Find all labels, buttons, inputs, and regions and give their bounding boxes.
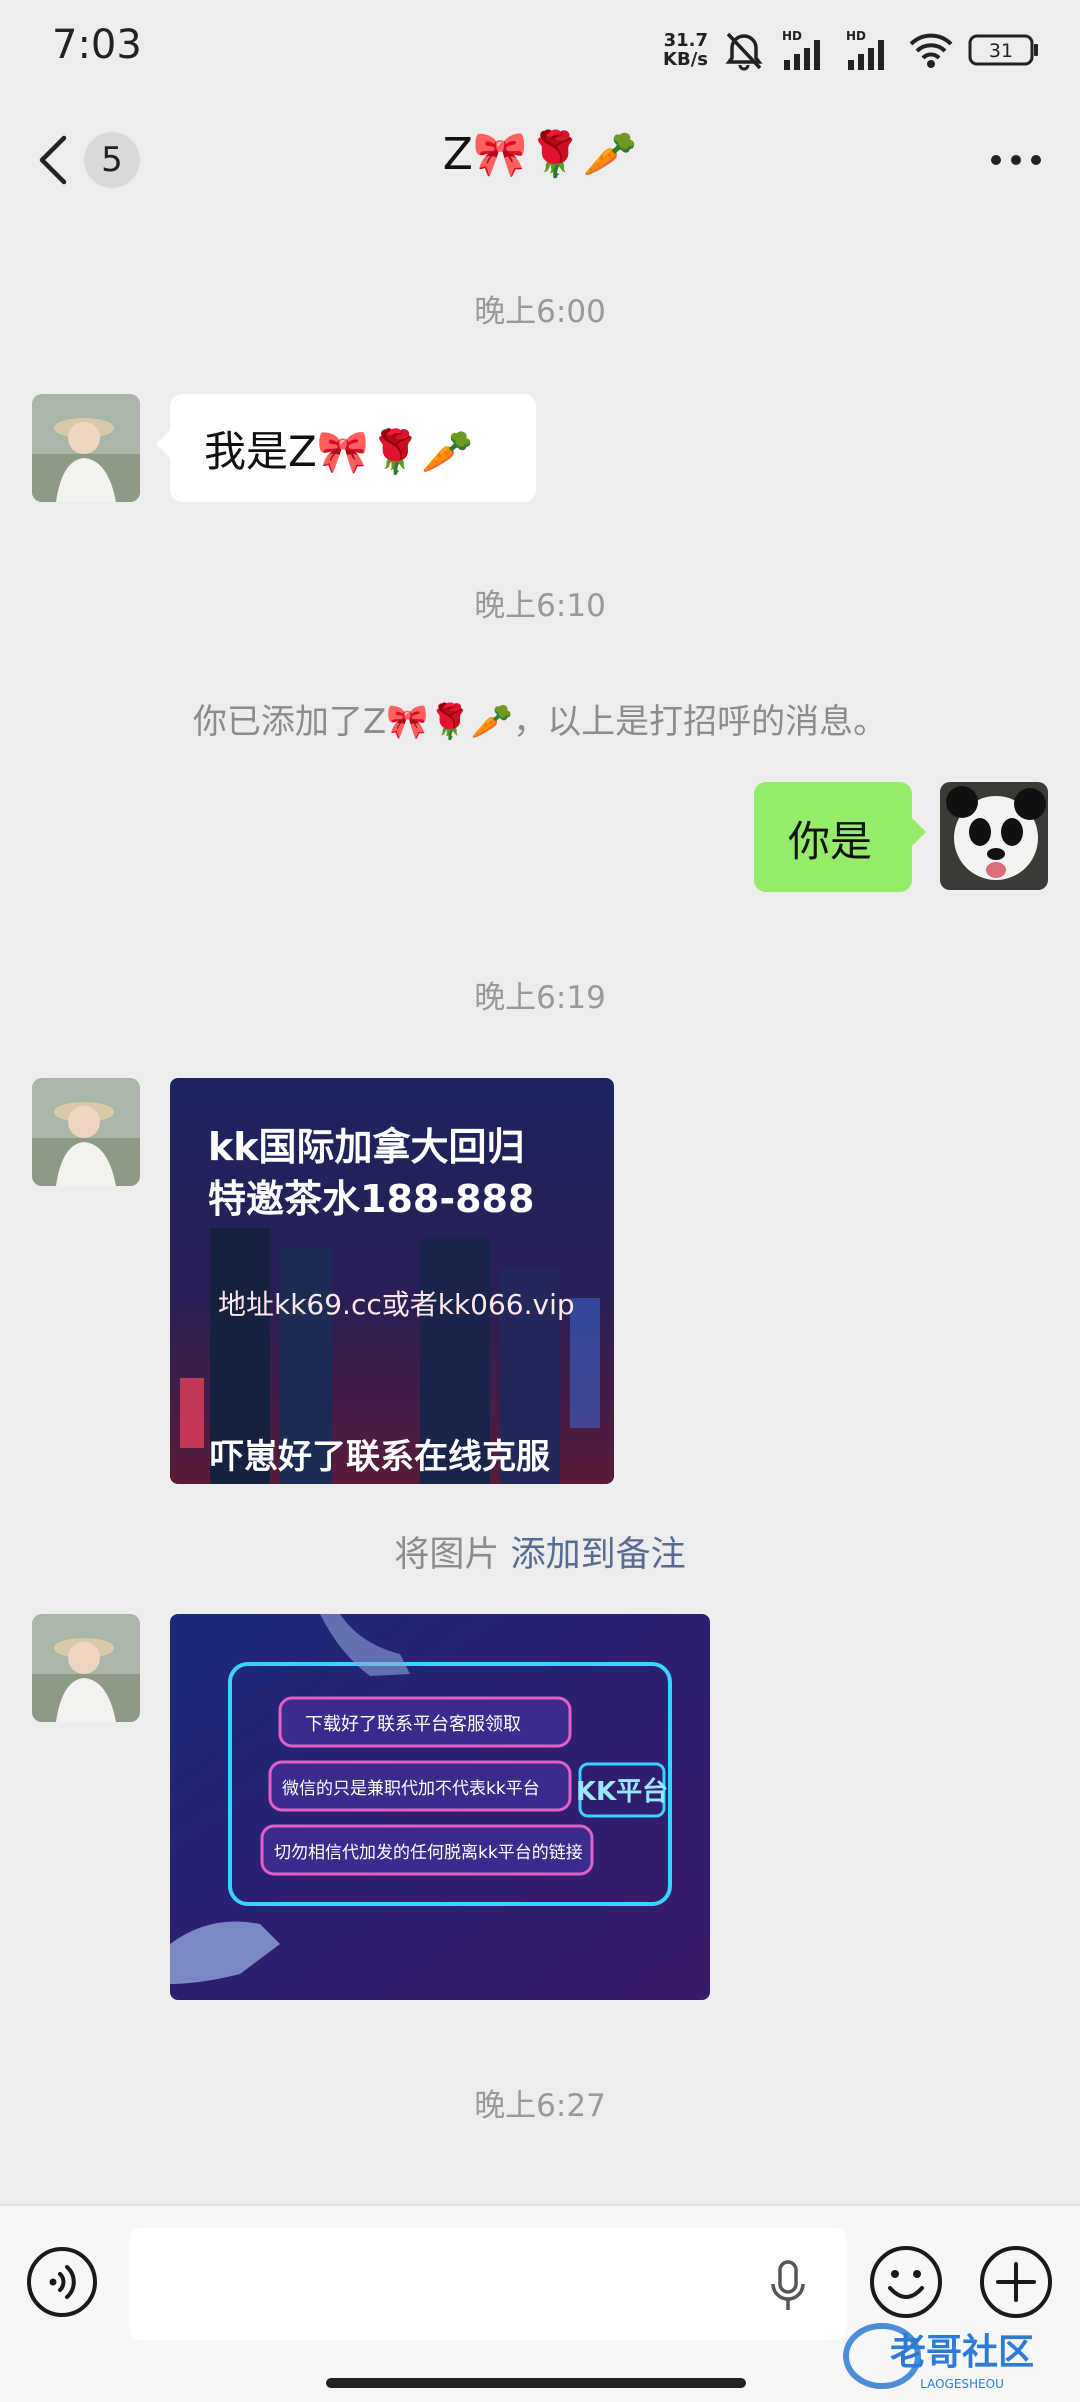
wifi-icon [909, 33, 953, 68]
image-message[interactable]: kk国际加拿大回归 特邀茶水188-888 地址kk69.cc或者kk066.v… [170, 1078, 614, 1484]
chat-title: Z🎀🌹🥕 [442, 129, 638, 180]
microphone-icon[interactable] [768, 2258, 808, 2314]
more-dots-icon[interactable] [988, 136, 1044, 184]
message-bubble-sent[interactable]: 你是 [754, 782, 926, 892]
image-footer: 吓崽好了联系在线克服 [210, 1437, 550, 1477]
contact-avatar[interactable] [32, 394, 140, 502]
unread-count-badge: 5 [84, 132, 140, 188]
voice-mode-icon[interactable] [26, 2246, 98, 2318]
hd-signal-icon: HD [846, 29, 884, 70]
add-to-note-link[interactable]: 添加到备注 [511, 1535, 686, 1575]
watermark-subtext: LAOGESHEOU [920, 2377, 1004, 2391]
notice-brand: KK平台 [576, 1776, 668, 1807]
chat-header: Z🎀🌹🥕 5 [0, 100, 1080, 220]
message-bubble-received[interactable]: 我是Z🎀🌹🥕 [156, 394, 536, 502]
my-avatar[interactable] [940, 782, 1048, 890]
network-speed-value: 31.7 [663, 30, 708, 51]
battery-level: 31 [989, 40, 1013, 62]
system-notice: 你已添加了Z🎀🌹🥕，以上是打招呼的消息。 [192, 702, 888, 742]
platform-notice-image: 下载好了联系平台客服领取 微信的只是兼职代加不代表kk平台 切勿相信代加发的任何… [170, 1614, 710, 2000]
status-bar: 7:03 31.7 KB/s HD HD 31 [0, 0, 1080, 100]
status-icons: 31.7 KB/s HD HD 31 [663, 28, 1040, 72]
image-subheadline: 特邀茶水188-888 [208, 1177, 534, 1221]
network-speed-unit: KB/s [663, 49, 708, 70]
battery-icon: 31 [968, 34, 1038, 66]
back-button[interactable]: 5 [36, 122, 140, 198]
watermark-text: 老哥社区 [890, 2332, 1034, 2373]
message-timestamp: 晚上6:00 [474, 294, 606, 330]
notice-line-1: 下载好了联系平台客服领取 [305, 1714, 521, 1735]
message-timestamp: 晚上6:19 [474, 980, 606, 1016]
contact-avatar-image [32, 1078, 140, 1186]
home-indicator[interactable] [326, 2378, 746, 2388]
chevron-left-icon [39, 135, 67, 185]
contact-avatar-image [32, 1614, 140, 1722]
emoji-icon[interactable] [868, 2244, 944, 2320]
message-timestamp: 晚上6:10 [474, 588, 606, 624]
contact-avatar-image [32, 394, 140, 502]
status-time: 7:03 [52, 22, 142, 68]
panda-avatar-image [940, 782, 1048, 890]
contact-avatar[interactable] [32, 1078, 140, 1186]
add-image-to-note: 将图片 添加到备注 [0, 1526, 1080, 1577]
plus-circle-icon[interactable] [978, 2244, 1054, 2320]
notice-line-3: 切勿相信代加发的任何脱离kk平台的链接 [274, 1843, 583, 1863]
promo-image: kk国际加拿大回归 特邀茶水188-888 地址kk69.cc或者kk066.v… [170, 1078, 614, 1484]
network-speed: 31.7 KB/s [663, 31, 708, 69]
site-watermark-logo: 老哥社区 LAOGESHEOU [843, 2323, 1034, 2391]
message-text: 你是 [788, 817, 873, 866]
svg-text:HD: HD [782, 29, 802, 43]
image-message[interactable]: 下载好了联系平台客服领取 微信的只是兼职代加不代表kk平台 切勿相信代加发的任何… [170, 1614, 710, 2000]
image-address: 地址kk69.cc或者kk066.vip [218, 1288, 575, 1321]
message-text: 我是Z🎀🌹🥕 [204, 427, 474, 476]
hd-signal-icon: HD [782, 29, 820, 70]
input-bar: 老哥社区 LAOGESHEOU [0, 2204, 1080, 2402]
notice-line-2: 微信的只是兼职代加不代表kk平台 [282, 1779, 540, 1799]
message-input[interactable] [130, 2228, 846, 2340]
add-image-prefix: 将图片 [394, 1535, 500, 1575]
contact-avatar[interactable] [32, 1614, 140, 1722]
mute-alarm-icon [725, 32, 763, 71]
message-timestamp: 晚上6:27 [474, 2088, 606, 2124]
image-headline: kk国际加拿大回归 [208, 1125, 525, 1169]
svg-text:HD: HD [846, 29, 866, 43]
